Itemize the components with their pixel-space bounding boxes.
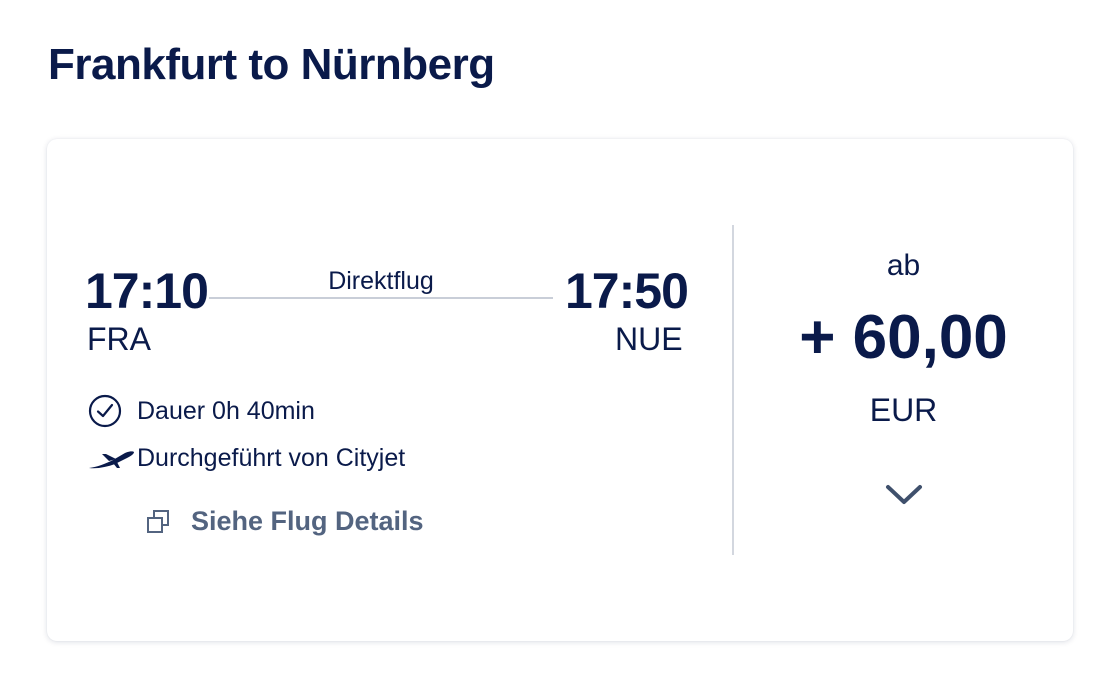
price-prefix: ab [886,249,921,282]
route-label: Direktflug [328,267,434,295]
departure-airport: FRA [87,321,151,357]
route-line [209,297,553,299]
departure-time: 17:10 [85,263,209,319]
arrival-airport: NUE [615,321,683,357]
airplane-takeoff-icon [87,447,137,471]
chevron-down-icon[interactable] [884,483,924,512]
page-title: Frankfurt to Nürnberg [48,40,495,89]
price-amount: + 60,00 [799,303,1008,372]
copy-icon [145,509,191,535]
duration-row: Dauer 0h 40min [87,393,315,429]
expand-button[interactable] [879,477,929,517]
duration-text: Dauer 0h 40min [137,396,315,425]
operator-row: Durchgeführt von Cityjet [87,444,405,473]
flight-details-link[interactable]: Siehe Flug Details [145,506,424,537]
price-currency: EUR [869,392,938,428]
operator-text: Durchgeführt von Cityjet [137,444,406,472]
arrival-time: 17:50 [565,263,689,319]
clock-icon [87,393,137,429]
flight-card: 17:10 FRA Direktflug 17:50 NUE Dauer 0h … [47,139,1073,641]
flight-details-label[interactable]: Siehe Flug Details [191,506,424,537]
